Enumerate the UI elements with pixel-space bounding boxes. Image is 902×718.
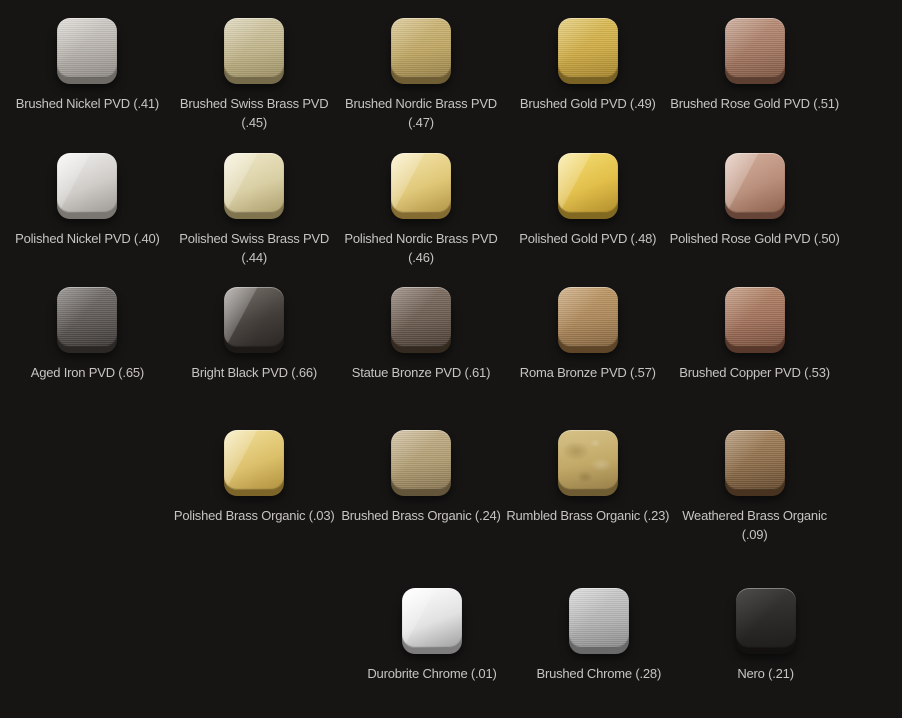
swatch-face: [391, 287, 451, 347]
finish-swatch[interactable]: [558, 153, 618, 219]
finish-item[interactable]: Polished Brass Organic (.03): [171, 430, 338, 544]
finish-row: Durobrite Chrome (.01) Brushed Chrome (.2…: [15, 588, 849, 683]
finish-swatch[interactable]: [224, 430, 284, 496]
finish-swatch[interactable]: [224, 18, 284, 84]
finish-item[interactable]: Brushed Swiss Brass PVD(.45): [171, 18, 338, 132]
swatch-face: [736, 588, 796, 648]
finish-label: Durobrite Chrome (.01): [367, 664, 496, 683]
swatch-face: [725, 153, 785, 213]
finish-swatch[interactable]: [391, 153, 451, 219]
finish-item[interactable]: Rumbled Brass Organic (.23): [504, 430, 671, 544]
finish-item[interactable]: Aged Iron PVD (.65): [4, 287, 171, 382]
finish-swatch[interactable]: [402, 588, 462, 654]
finish-row: Polished Nickel PVD (.40) Polished Swiss …: [4, 153, 838, 267]
finish-item[interactable]: Roma Bronze PVD (.57): [504, 287, 671, 382]
finish-swatch[interactable]: [725, 153, 785, 219]
finish-item[interactable]: Polished Swiss Brass PVD(.44): [171, 153, 338, 267]
finish-row: Polished Brass Organic (.03) Brushed Bras…: [4, 430, 838, 544]
finish-item[interactable]: Brushed Chrome (.28): [515, 588, 682, 683]
swatch-face: [391, 430, 451, 490]
finish-label: Roma Bronze PVD (.57): [520, 363, 656, 382]
finish-label: Brushed Nickel PVD (.41): [16, 94, 159, 113]
finish-swatch[interactable]: [224, 287, 284, 353]
finish-label: Brushed Brass Organic (.24): [341, 506, 500, 525]
swatch-face: [725, 430, 785, 490]
finish-item[interactable]: Brushed Nickel PVD (.41): [4, 18, 171, 132]
finish-swatch[interactable]: [391, 18, 451, 84]
swatch-face: [558, 430, 618, 490]
finish-swatch[interactable]: [725, 18, 785, 84]
swatch-face: [57, 18, 117, 78]
finish-label: Polished Nickel PVD (.40): [15, 229, 160, 248]
finish-item[interactable]: Brushed Rose Gold PVD (.51): [671, 18, 838, 132]
finish-item[interactable]: Brushed Gold PVD (.49): [504, 18, 671, 132]
swatch-face: [224, 153, 284, 213]
finish-label: Brushed Copper PVD (.53): [679, 363, 830, 382]
swatch-face: [725, 18, 785, 78]
finish-label: Brushed Nordic Brass PVD(.47): [345, 94, 497, 132]
finish-label: Polished Swiss Brass PVD(.44): [179, 229, 329, 267]
finish-swatch[interactable]: [57, 287, 117, 353]
finish-item[interactable]: Polished Nordic Brass PVD(.46): [338, 153, 505, 267]
finish-item[interactable]: Brushed Copper PVD (.53): [671, 287, 838, 382]
finish-item[interactable]: Polished Nickel PVD (.40): [4, 153, 171, 267]
finish-label: Brushed Gold PVD (.49): [520, 94, 656, 113]
finish-swatch[interactable]: [736, 588, 796, 654]
finish-swatch[interactable]: [57, 18, 117, 84]
finish-item[interactable]: Polished Rose Gold PVD (.50): [671, 153, 838, 267]
swatch-face: [558, 18, 618, 78]
finish-swatch[interactable]: [569, 588, 629, 654]
swatch-face: [558, 153, 618, 213]
finish-swatch[interactable]: [391, 430, 451, 496]
finish-item[interactable]: Brushed Nordic Brass PVD(.47): [338, 18, 505, 132]
finish-swatch[interactable]: [558, 430, 618, 496]
swatch-face: [224, 430, 284, 490]
finish-label: Brushed Rose Gold PVD (.51): [670, 94, 839, 113]
swatch-face: [224, 287, 284, 347]
finish-label: Statue Bronze PVD (.61): [352, 363, 490, 382]
finish-label: Bright Black PVD (.66): [191, 363, 317, 382]
swatch-face: [391, 18, 451, 78]
swatch-face: [57, 153, 117, 213]
finish-swatch[interactable]: [558, 287, 618, 353]
finish-label: Brushed Chrome (.28): [536, 664, 661, 683]
finish-label: Polished Gold PVD (.48): [519, 229, 656, 248]
swatch-face: [57, 287, 117, 347]
finish-row: Brushed Nickel PVD (.41) Brushed Swiss Br…: [4, 18, 838, 132]
finish-swatch[interactable]: [558, 18, 618, 84]
swatch-face: [558, 287, 618, 347]
swatch-face: [391, 153, 451, 213]
finish-item[interactable]: Statue Bronze PVD (.61): [338, 287, 505, 382]
finish-label: Polished Rose Gold PVD (.50): [670, 229, 840, 248]
finish-item[interactable]: Brushed Brass Organic (.24): [338, 430, 505, 544]
finish-item[interactable]: Durobrite Chrome (.01): [349, 588, 516, 683]
finish-label: Brushed Swiss Brass PVD(.45): [180, 94, 329, 132]
finish-item[interactable]: Nero (.21): [682, 588, 849, 683]
finish-item[interactable]: Bright Black PVD (.66): [171, 287, 338, 382]
finish-item[interactable]: Weathered Brass Organic(.09): [671, 430, 838, 544]
finish-label: Aged Iron PVD (.65): [31, 363, 144, 382]
finish-label: Polished Brass Organic (.03): [174, 506, 335, 525]
finish-swatch[interactable]: [391, 287, 451, 353]
finish-swatch[interactable]: [57, 153, 117, 219]
finish-label: Nero (.21): [737, 664, 794, 683]
finish-grid: Brushed Nickel PVD (.41) Brushed Swiss Br…: [4, 18, 838, 683]
swatch-face: [224, 18, 284, 78]
finish-swatch[interactable]: [224, 153, 284, 219]
finish-label: Weathered Brass Organic(.09): [682, 506, 827, 544]
finish-swatch[interactable]: [725, 430, 785, 496]
finish-label: Polished Nordic Brass PVD(.46): [344, 229, 497, 267]
finish-item[interactable]: Polished Gold PVD (.48): [504, 153, 671, 267]
finish-row: Aged Iron PVD (.65) Bright Black PVD (.66…: [4, 287, 838, 382]
swatch-face: [725, 287, 785, 347]
finish-swatch[interactable]: [725, 287, 785, 353]
swatch-face: [569, 588, 629, 648]
swatch-face: [402, 588, 462, 648]
finish-label: Rumbled Brass Organic (.23): [506, 506, 669, 525]
